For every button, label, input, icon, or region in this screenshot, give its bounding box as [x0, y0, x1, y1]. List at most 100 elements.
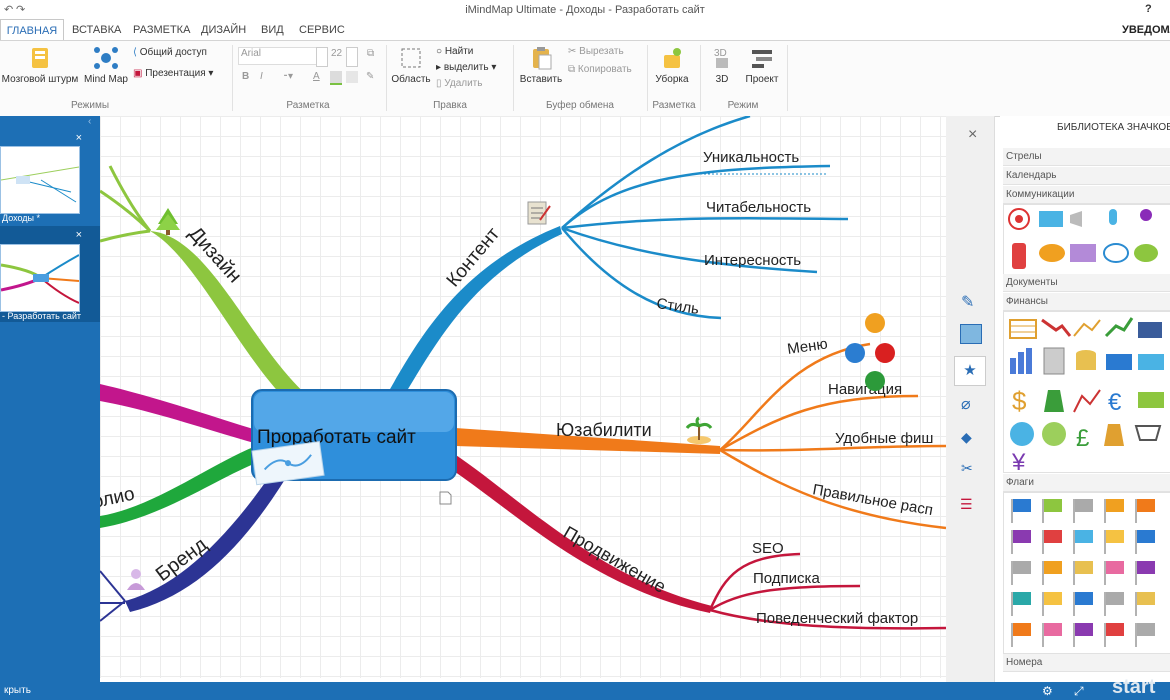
- sub-label-readability[interactable]: Читабельность: [706, 199, 811, 216]
- close-map-button[interactable]: ×: [76, 132, 82, 144]
- pen-icon[interactable]: ✎: [961, 292, 974, 312]
- category-finance[interactable]: Финансы: [1003, 293, 1170, 311]
- chart-grid-icon[interactable]: [1073, 319, 1101, 337]
- area-button[interactable]: Область: [389, 45, 433, 85]
- category-arrows[interactable]: Стрелы: [1003, 148, 1170, 166]
- flag-icon[interactable]: [1104, 561, 1124, 585]
- pound-icon[interactable]: £: [1076, 425, 1089, 452]
- mindmap-svg[interactable]: Дизайн олио Бренд Контент Уникальность Ч…: [100, 116, 946, 678]
- flag-icon[interactable]: [1011, 499, 1031, 523]
- collapse-panel-icon[interactable]: ‹: [88, 116, 91, 127]
- flag-icon[interactable]: [1011, 592, 1031, 616]
- pound-bag-icon[interactable]: [1104, 424, 1124, 446]
- megaphone-icon[interactable]: [1070, 211, 1082, 227]
- sub-label-seo[interactable]: SEO: [752, 540, 784, 557]
- list-icon[interactable]: ☰: [960, 496, 973, 513]
- tab-view[interactable]: ВИД: [261, 19, 284, 41]
- flag-icon[interactable]: [1135, 499, 1155, 523]
- brainstorm-button[interactable]: Мозговой штурм: [0, 45, 80, 85]
- sub-label-subscription[interactable]: Подписка: [753, 570, 820, 587]
- fullscreen-icon[interactable]: ⤢: [1074, 684, 1084, 699]
- flag-icon[interactable]: [1104, 592, 1124, 616]
- close-panel-button[interactable]: ×: [968, 126, 977, 144]
- mindmap-button[interactable]: Mind Map: [82, 45, 130, 85]
- category-flags[interactable]: Флаги: [1003, 474, 1170, 492]
- pie-chart-green-icon[interactable]: [1042, 422, 1066, 446]
- branch-content-sub[interactable]: [561, 216, 849, 230]
- highlight-icon[interactable]: [330, 71, 342, 85]
- branch-label-promotion[interactable]: Продвижение: [560, 522, 669, 597]
- branch-promotion-sub[interactable]: [709, 584, 861, 612]
- branch-design-sub[interactable]: [108, 165, 152, 232]
- star-icon[interactable]: ★: [954, 356, 986, 386]
- select-button[interactable]: ▸ выделить ▾: [436, 62, 496, 73]
- sub-label-behavior[interactable]: Поведенческий фактор: [756, 610, 918, 627]
- microphone-icon[interactable]: [1109, 209, 1117, 225]
- mic-purple-icon[interactable]: [1140, 209, 1152, 221]
- chart-up-icon[interactable]: [1104, 317, 1134, 338]
- bar-chart-icon[interactable]: [1018, 352, 1024, 374]
- status-hide[interactable]: крыть: [4, 685, 31, 696]
- dollar-icon[interactable]: $: [1012, 386, 1027, 416]
- flag-icon[interactable]: [1042, 499, 1062, 523]
- flag-icon[interactable]: [1073, 592, 1093, 616]
- flag-icon[interactable]: [1073, 623, 1093, 647]
- sub-label-features[interactable]: Удобные фиш: [835, 430, 933, 447]
- broadcast-icon[interactable]: [1008, 208, 1030, 230]
- bank-icon[interactable]: [1138, 322, 1162, 338]
- euro-icon[interactable]: €: [1108, 389, 1122, 416]
- style-icon[interactable]: [346, 71, 358, 83]
- tidy-button[interactable]: Уборка: [651, 45, 693, 85]
- branch-design-sub[interactable]: [100, 189, 152, 233]
- abacus-icon[interactable]: [1009, 319, 1037, 339]
- note-icon[interactable]: [439, 491, 452, 505]
- cut-button[interactable]: ✂ Вырезать: [568, 46, 624, 57]
- font-size-field[interactable]: 22: [331, 48, 342, 59]
- project-button[interactable]: Проект: [742, 45, 782, 85]
- flag-icon[interactable]: [1011, 623, 1031, 647]
- font-dropdown[interactable]: [316, 47, 328, 67]
- yen-icon[interactable]: ¥: [1011, 449, 1026, 476]
- dialog-icon[interactable]: [1134, 244, 1158, 262]
- italic-button[interactable]: I: [260, 71, 263, 82]
- branch-magenta[interactable]: [100, 384, 260, 444]
- flag-icon[interactable]: [1135, 592, 1155, 616]
- cart-icon[interactable]: [1134, 425, 1162, 441]
- sub-label-navigation[interactable]: Навигация: [828, 381, 902, 398]
- central-topic-label[interactable]: Проработать сайт: [257, 427, 416, 448]
- category-calendar[interactable]: Календарь: [1003, 167, 1170, 185]
- paperclip-icon[interactable]: ⌀: [961, 394, 971, 414]
- chart-down-icon[interactable]: [1041, 318, 1072, 337]
- present-button[interactable]: ▣ Презентация ▾: [133, 68, 213, 79]
- coins-icon[interactable]: [1076, 350, 1096, 370]
- paint-format-icon[interactable]: ✎: [366, 71, 374, 82]
- mindmap-canvas[interactable]: Дизайн олио Бренд Контент Уникальность Ч…: [100, 116, 946, 678]
- size-dropdown[interactable]: [346, 47, 358, 67]
- card-blue-icon[interactable]: [1138, 354, 1164, 370]
- settings-icon[interactable]: ⚙: [1042, 684, 1053, 698]
- flag-icon[interactable]: [1104, 623, 1124, 647]
- sub-label-uniqueness[interactable]: Уникальность: [703, 149, 799, 166]
- flag-icon[interactable]: [1135, 530, 1155, 554]
- flag-icon[interactable]: [1011, 530, 1031, 554]
- tab-layout[interactable]: РАЗМЕТКА: [133, 19, 190, 41]
- notifications-button[interactable]: УВЕДОМЛ: [1122, 19, 1170, 41]
- sub-label-style[interactable]: Стиль: [655, 295, 700, 318]
- flag-icon[interactable]: [1104, 530, 1124, 554]
- bold-button[interactable]: B: [242, 71, 249, 82]
- flag-icon[interactable]: [1135, 561, 1155, 585]
- help-button[interactable]: ?: [1145, 3, 1152, 15]
- copy-button[interactable]: ⧉ Копировать: [568, 64, 632, 75]
- 3d-button[interactable]: 3D 3D: [705, 45, 739, 85]
- calculator-icon[interactable]: [1043, 347, 1065, 375]
- banknote-icon[interactable]: [1138, 392, 1164, 408]
- credit-card-icon[interactable]: [1106, 354, 1132, 370]
- central-topic[interactable]: Проработать сайт: [251, 389, 457, 486]
- sub-label-placement[interactable]: Правильное расп: [811, 481, 934, 519]
- font-select[interactable]: Arial: [238, 47, 318, 65]
- bar-chart-icon[interactable]: [1026, 348, 1032, 374]
- flag-icon[interactable]: [1042, 592, 1062, 616]
- branch-brand-sub[interactable]: [100, 570, 126, 602]
- tab-service[interactable]: СЕРВИС: [299, 19, 345, 41]
- category-numbers[interactable]: Номера: [1003, 654, 1170, 672]
